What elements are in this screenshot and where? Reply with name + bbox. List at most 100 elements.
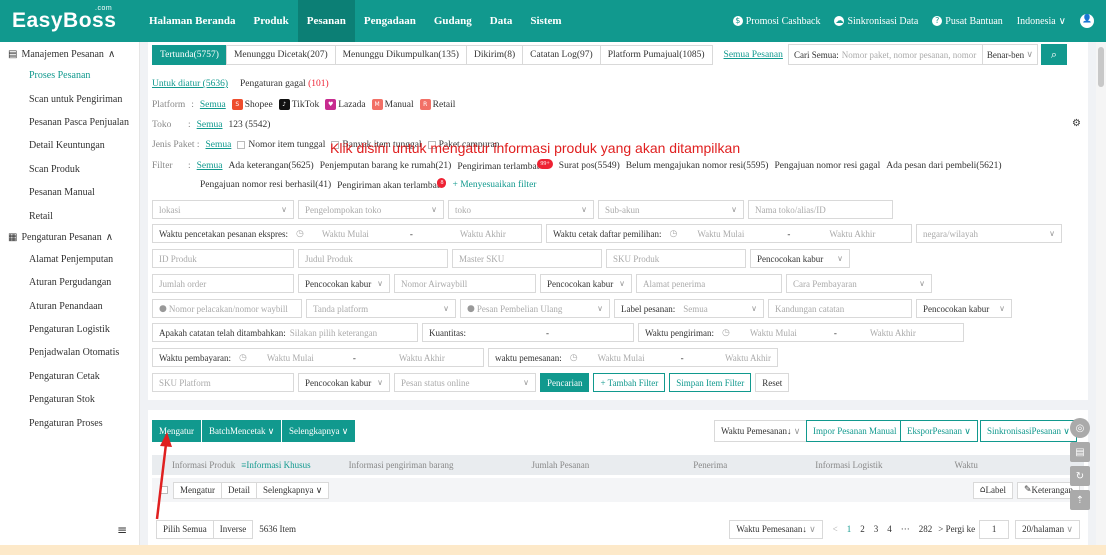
kuantitas-range[interactable]: Kuantitas: - [422, 323, 634, 342]
sku-produk-input[interactable]: SKU Produk [606, 249, 746, 268]
toko-option[interactable]: 123 (5542) [229, 120, 271, 130]
toko-all[interactable]: Semua [197, 120, 223, 130]
kandungan-catatan-input[interactable]: Kandungan catatan [768, 299, 912, 318]
tanda-platform-select[interactable]: Tanda platform ∨ [306, 299, 456, 318]
user-icon[interactable]: 👤 [1080, 14, 1094, 28]
subakun-select[interactable]: Sub-akun ∨ [598, 200, 744, 219]
search-button[interactable]: ⌕ [1041, 44, 1067, 65]
match-select[interactable]: Pencocokan kabur ∨ [540, 274, 632, 293]
page-1[interactable]: 1 [847, 524, 852, 534]
promo-link[interactable]: $ Promosi Cashback [732, 16, 820, 27]
filter-keterangan[interactable]: Ada keterangan(5625) [229, 161, 314, 171]
pemesanan-date-range[interactable]: waktu pemesanan: ◷ Waktu Mulai - Waktu Akhir [488, 348, 778, 367]
sidebar-item-scan-produk[interactable]: Scan Produk [0, 158, 139, 181]
tab-menunggu-dikumpulkan[interactable]: Menunggu Dikumpulkan(135) [334, 45, 467, 65]
page-2[interactable]: 2 [860, 524, 865, 534]
custom-filter-link[interactable]: + Menyesuaikan filter [452, 180, 536, 190]
all-orders-link[interactable]: Semua Pesanan [724, 50, 783, 60]
settings-icon[interactable]: ⚙ [1072, 118, 1081, 129]
tab-dikirim[interactable]: Dikirim(8) [465, 45, 524, 65]
filter-terlambat[interactable]: Pengiriman terlambat99+ [457, 159, 553, 172]
sidebar-item-retail[interactable]: Retail [0, 204, 139, 227]
vertical-scrollbar[interactable] [1096, 42, 1106, 545]
tab-tertunda[interactable]: Tertunda(5757) [152, 45, 227, 65]
pengelompokan-select[interactable]: Pengelompokan toko ∨ [298, 200, 444, 219]
label-pesanan-select[interactable]: Label pesanan: Semua ∨ [614, 299, 764, 318]
sku-platform-input[interactable]: SKU Platform [152, 373, 294, 392]
filter-resi-berhasil[interactable]: Pengajuan nomor resi berhasil(41) [200, 180, 331, 190]
tab-menunggu-dicetak[interactable]: Menunggu Dicetak(207) [225, 45, 336, 65]
id-produk-input[interactable]: ID Produk [152, 249, 294, 268]
match-select[interactable]: Pencocokan kabur ∨ [298, 274, 390, 293]
row-detail-button[interactable]: Detail [221, 481, 257, 499]
sidebar-item-penandaan[interactable]: Aturan Penandaan [0, 295, 139, 318]
sidebar-item-manual[interactable]: Pesanan Manual [0, 181, 139, 204]
checkbox[interactable] [237, 140, 246, 149]
filter-surat-pos[interactable]: Surat pos(5549) [559, 161, 620, 171]
cara-bayar-select[interactable]: Cara Pembayaran ∨ [786, 274, 932, 293]
refresh-icon[interactable]: ↻ [1070, 466, 1090, 486]
help-link[interactable]: ? Pusat Bantuan [932, 16, 1003, 27]
daftar-date-range[interactable]: Waktu cetak daftar pemilihan: ◷ Waktu Mula… [546, 224, 912, 243]
collapse-icon[interactable]: ≡ [117, 523, 127, 537]
nav-produk[interactable]: Produk [244, 0, 297, 42]
filter-akan-terlambat[interactable]: Pengiriman akan terlambat8 [337, 178, 447, 191]
platform-tiktok[interactable]: ♪ TikTok [278, 99, 319, 110]
sidebar-item-pasca[interactable]: Pesanan Pasca Penjualan [0, 111, 139, 134]
goto-input[interactable]: 1 [979, 519, 1010, 539]
sidebar-group-manajemen[interactable]: ▤ Manajemen Pesanan ∧ [0, 44, 139, 64]
page-4[interactable]: 4 [887, 524, 892, 534]
nav-sistem[interactable]: Sistem [521, 0, 570, 42]
back-to-top-icon[interactable]: ⇡ [1070, 490, 1090, 510]
sidebar-item-keuntungan[interactable]: Detail Keuntungan [0, 134, 139, 157]
sidebar-item-proses-setting[interactable]: Pengaturan Proses [0, 411, 139, 434]
language-select[interactable]: Indonesia ∨ [1017, 16, 1066, 27]
jumlah-order-input[interactable]: Jumlah order [152, 274, 294, 293]
inverse-button[interactable]: Inverse [212, 519, 254, 539]
mengatur-button[interactable]: Mengatur [152, 420, 201, 442]
page-last[interactable]: 282 [919, 524, 933, 534]
batch-print-button[interactable]: BatchMencetak ∨ [202, 420, 282, 442]
sidebar-group-pengaturan[interactable]: ▦ Pengaturan Pesanan ∧ [0, 228, 139, 248]
alamat-input[interactable]: Alamat penerima [636, 274, 782, 293]
match-select[interactable]: Pencocokan kabur ∨ [298, 373, 390, 392]
sort-select[interactable]: Waktu Pemesanan↓ ∨ [714, 420, 808, 442]
reset-button[interactable]: Reset [755, 373, 790, 392]
paket-all[interactable]: Semua [206, 140, 232, 150]
row-mengatur-button[interactable]: Mengatur [173, 481, 222, 499]
platform-all[interactable]: Semua [200, 100, 226, 110]
tab-catatan-log[interactable]: Catatan Log(97) [522, 45, 601, 65]
nama-toko-input[interactable]: Nama toko/alias/ID [748, 200, 893, 219]
tab-platform[interactable]: Platform Pumajual(1085) [599, 45, 713, 65]
save-filter-button[interactable]: Simpan Item Filter [669, 373, 752, 392]
logo[interactable]: EasyBoss .com [0, 5, 140, 33]
sidebar-item-alamat[interactable]: Alamat Penjemputan [0, 248, 139, 271]
th-khusus[interactable]: ≡Informasi Khusus [241, 460, 310, 470]
page-ellipsis[interactable]: ··· [901, 524, 910, 534]
headset-icon[interactable]: ◎ [1070, 418, 1090, 438]
platform-lazada[interactable]: ♥ Lazada [325, 99, 366, 110]
match-select[interactable]: Pencocokan kabur ∨ [916, 299, 1012, 318]
sidebar-item-penjadwalan[interactable]: Penjadwalan Otomatis [0, 341, 139, 364]
sidebar-item-logistik[interactable]: Pengaturan Logistik [0, 318, 139, 341]
more-button[interactable]: Selengkapnya ∨ [282, 420, 356, 442]
sync-orders-button[interactable]: SinkronisasiPesanan ∨ [980, 420, 1077, 442]
pager-sort-select[interactable]: Waktu Pemesanan↓ ∨ [729, 519, 823, 539]
pelacakan-input[interactable]: ● Nomor pelacakan/nomor waybill [152, 299, 302, 318]
nav-gudang[interactable]: Gudang [425, 0, 481, 42]
select-all-checkbox[interactable] [160, 486, 168, 494]
ekspres-date-range[interactable]: Waktu pencetakan pesanan ekspres: ◷ Waktu … [152, 224, 542, 243]
platform-manual[interactable]: M Manual [371, 99, 414, 110]
pembayaran-date-range[interactable]: Waktu pembayaran: ◷ Waktu Mulai - Waktu Akhi… [152, 348, 484, 367]
match-select[interactable]: Pencocokan kabur ∨ [750, 249, 850, 268]
subtab-untuk-diatur[interactable]: Untuk diatur (5636) [152, 79, 228, 89]
nav-pesanan[interactable]: Pesanan [297, 0, 355, 42]
filter-resi-gagal[interactable]: Pengajuan nomor resi gagal [774, 161, 880, 171]
judul-produk-input[interactable]: Judul Produk [298, 249, 448, 268]
search-input[interactable]: Nomor paket, nomor pesanan, nomor [842, 50, 982, 60]
page-3[interactable]: 3 [874, 524, 879, 534]
airwaybill-input[interactable]: Nomor Airwaybill [394, 274, 536, 293]
platform-shopee[interactable]: S Shopee [231, 99, 273, 110]
sidebar-item-stok[interactable]: Pengaturan Stok [0, 388, 139, 411]
document-icon[interactable]: ▤ [1070, 442, 1090, 462]
